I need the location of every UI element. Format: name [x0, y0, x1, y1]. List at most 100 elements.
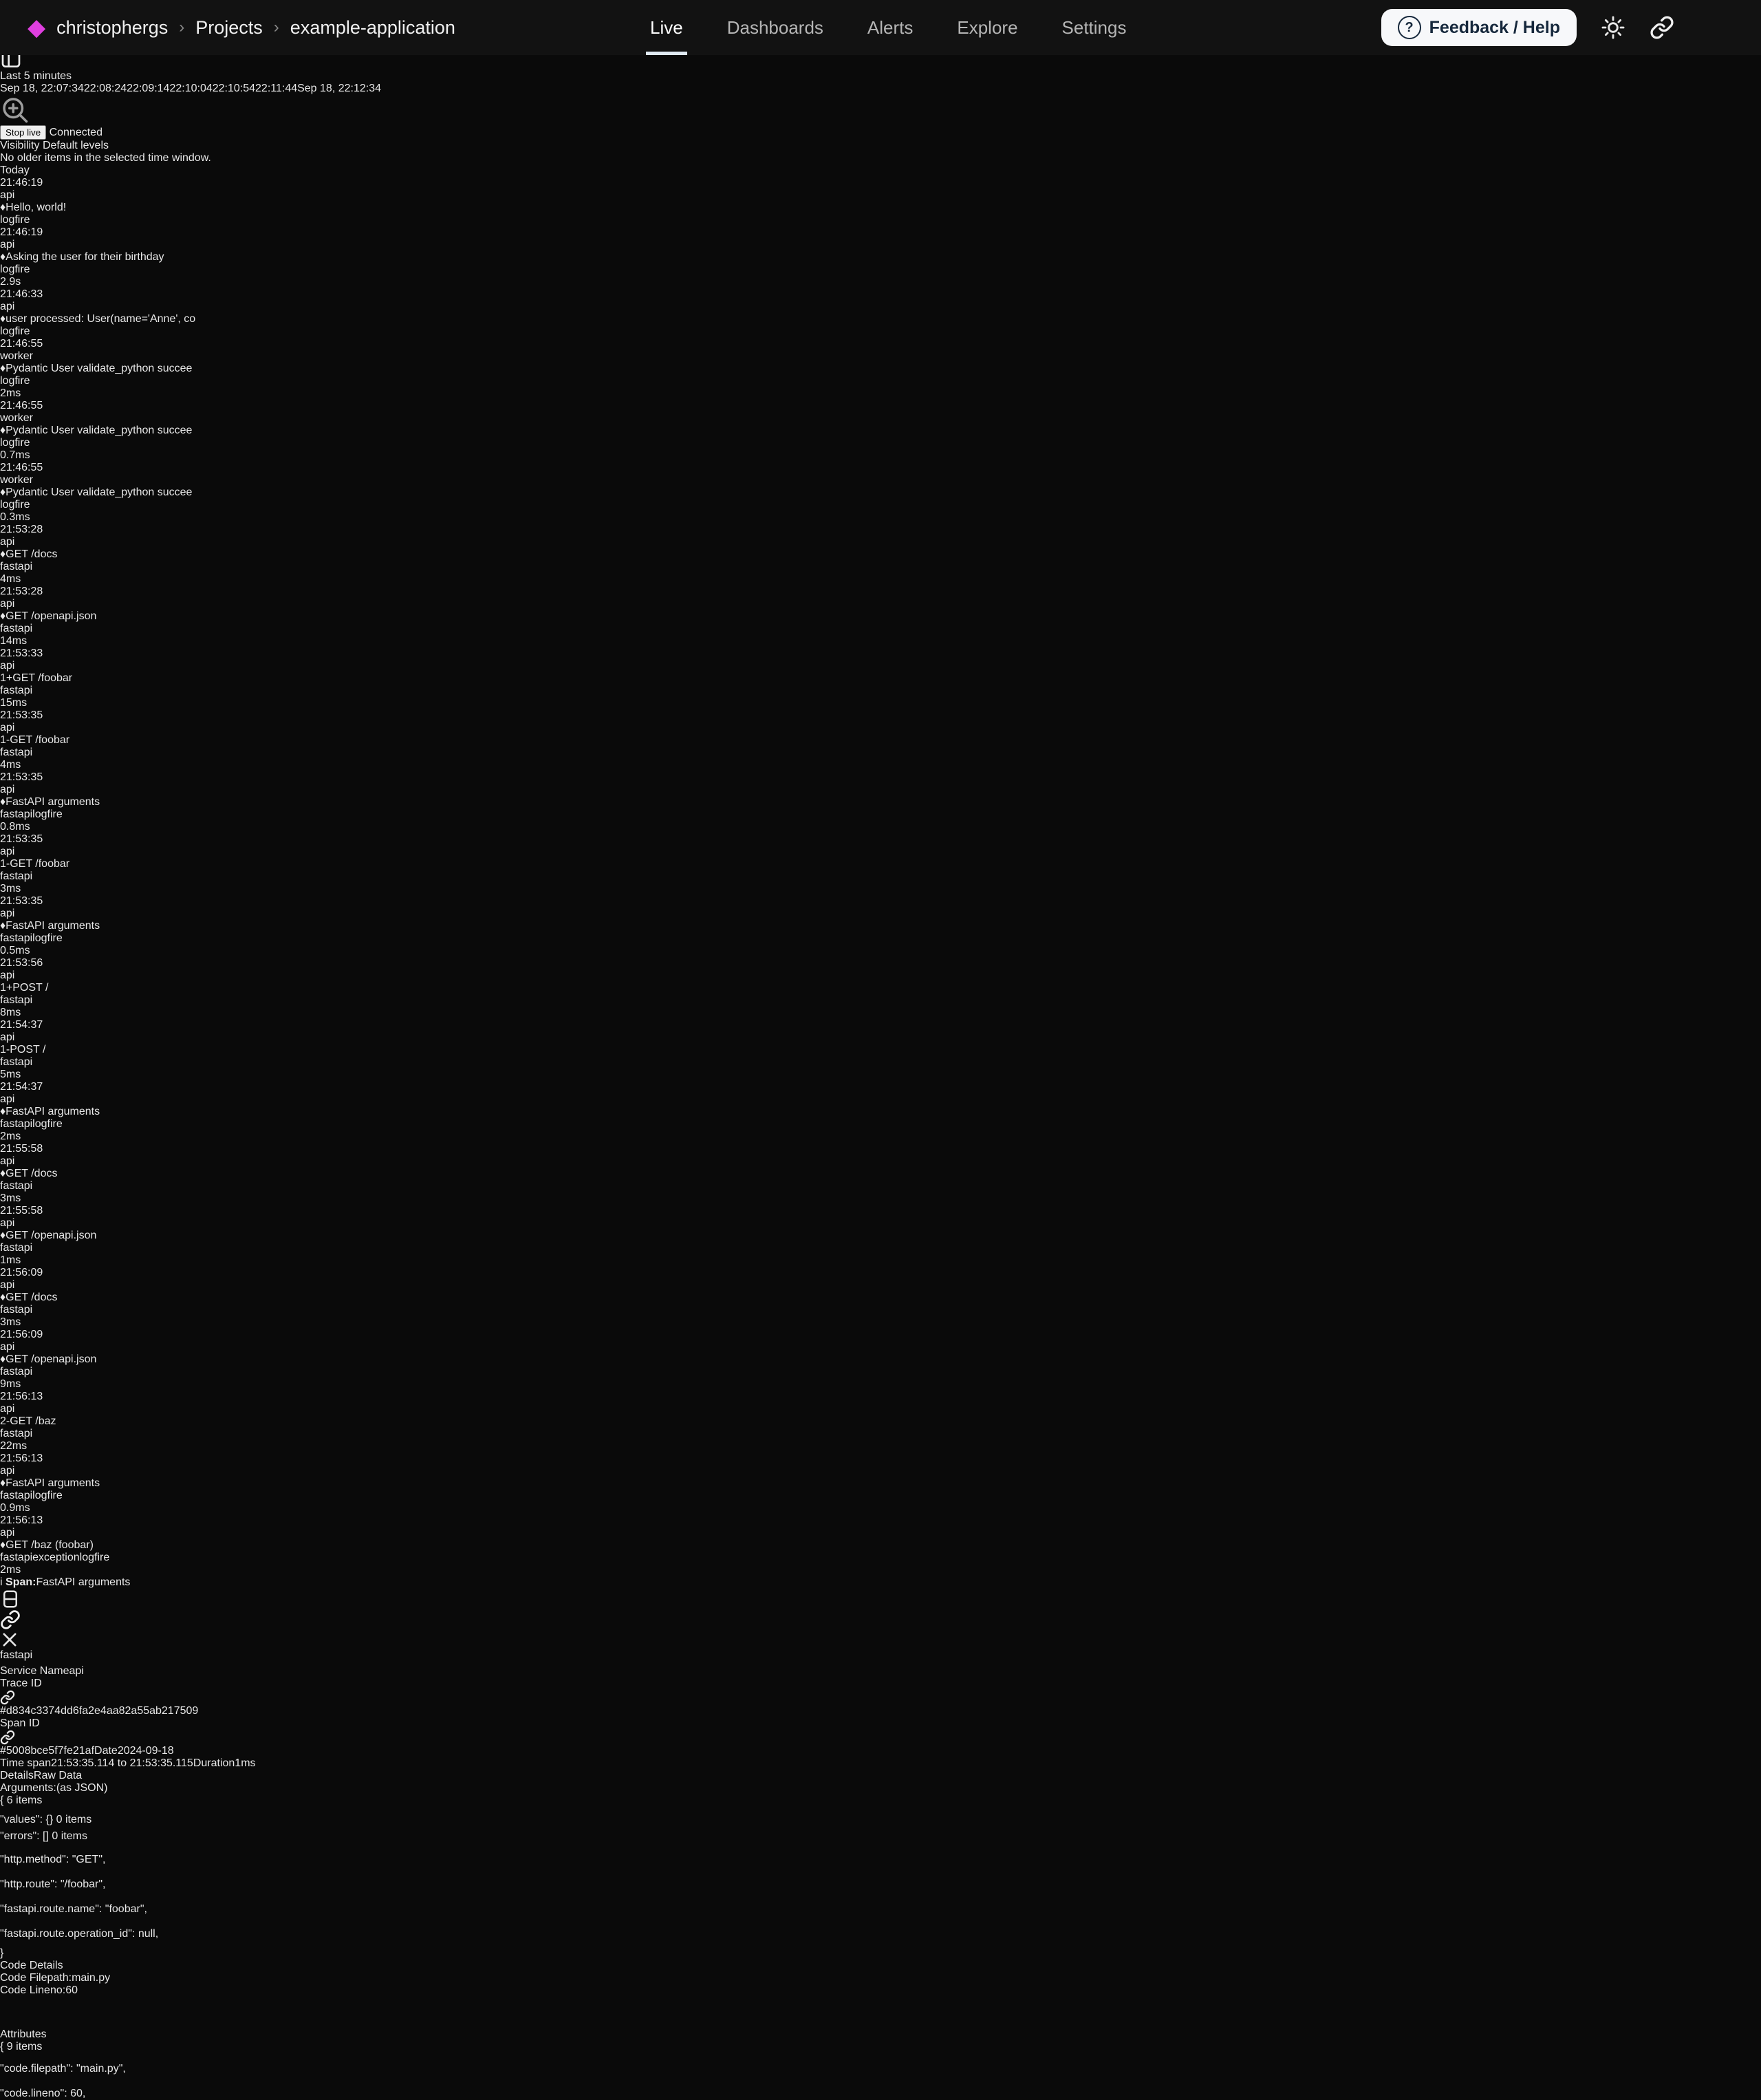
span-diamond-icon: ♦ [0, 425, 6, 436]
row-duration: 22ms [0, 1440, 1761, 1453]
log-row[interactable]: 21:53:33api1+GET /foobarfastapi15ms [0, 647, 1761, 709]
span-detail-panel: i Span:FastAPI arguments fastapi Service… [0, 1576, 1761, 2100]
detail-tab-details[interactable]: Details [0, 1770, 34, 1781]
arguments-json-tree[interactable]: { 6 items"values": {} 0 items"errors": [… [0, 1794, 1761, 1960]
attributes-json-tree[interactable]: { 9 items"code.filepath": "main.py","cod… [0, 2041, 1761, 2100]
tag-fastapi[interactable]: fastapi [0, 685, 32, 696]
code-lineno-row: Code Lineno:60 [0, 1984, 1761, 1997]
tag-fastapi[interactable]: fastapi [0, 1552, 32, 1563]
row-message: GET /baz [10, 1415, 56, 1427]
zoom-in-icon[interactable] [0, 95, 1761, 125]
log-row[interactable]: 21:56:09api♦GET /openapi.jsonfastapi9ms [0, 1329, 1761, 1391]
log-row[interactable]: 21:54:37api♦FastAPI argumentsfastapilogf… [0, 1081, 1761, 1143]
nav-tab-dashboards[interactable]: Dashboards [727, 0, 823, 55]
tag-fastapi[interactable]: fastapi [0, 1056, 32, 1068]
tag-fastapi[interactable]: fastapi [0, 561, 32, 572]
tag-fastapi[interactable]: fastapi [0, 870, 32, 882]
log-row[interactable]: 21:53:35api1-GET /foobarfastapi3ms [0, 833, 1761, 895]
log-row[interactable]: 21:46:55worker♦Pydantic User validate_py… [0, 338, 1761, 400]
children-count-badge[interactable]: 1- [0, 1044, 10, 1056]
meta-pill-time-span: Time span21:53:35.114 to 21:53:35.115 [0, 1757, 193, 1769]
tag-logfire[interactable]: logfire [32, 808, 63, 820]
log-row[interactable]: 21:53:28api♦GET /openapi.jsonfastapi14ms [0, 586, 1761, 647]
tag-logfire[interactable]: logfire [32, 1118, 63, 1130]
log-row[interactable]: 21:53:35api1-GET /foobarfastapi4ms [0, 709, 1761, 771]
tag-fastapi[interactable]: fastapi [0, 1366, 32, 1378]
tag-fastapi[interactable]: fastapi [0, 747, 32, 758]
log-row[interactable]: 21:46:19api♦Hello, world!logfire [0, 177, 1761, 226]
log-row[interactable]: 21:46:33api♦user processed: User(name='A… [0, 288, 1761, 338]
breadcrumb-item[interactable]: example-application [290, 17, 455, 39]
logfire-logo-icon[interactable]: ◆ [28, 16, 45, 39]
share-link-icon[interactable] [1650, 15, 1674, 40]
tag-fastapi[interactable]: fastapi [0, 932, 32, 944]
tag-fastapi[interactable]: fastapi [0, 808, 32, 820]
log-row[interactable]: 21:55:58api♦GET /openapi.jsonfastapi1ms [0, 1205, 1761, 1267]
log-row[interactable]: 21:56:13api♦FastAPI argumentsfastapilogf… [0, 1453, 1761, 1514]
tag-fastapi[interactable]: fastapi [0, 1490, 32, 1501]
nav-tab-settings[interactable]: Settings [1062, 0, 1127, 55]
user-avatar[interactable] [1698, 10, 1733, 45]
log-row[interactable]: 21:54:37api1-POST /fastapi5ms [0, 1019, 1761, 1081]
attributes-section-toggle[interactable]: Attributes [0, 2028, 1761, 2041]
tag-fastapi[interactable]: fastapi [0, 1242, 32, 1254]
dock-panel-icon[interactable] [0, 1589, 1761, 1609]
tag-logfire[interactable]: logfire [80, 1552, 110, 1563]
default-levels-dropdown[interactable]: Default levels [43, 140, 109, 151]
tag-fastapi[interactable]: fastapi [0, 1428, 32, 1439]
tag-logfire[interactable]: logfire [0, 325, 30, 337]
detail-tab-raw-data[interactable]: Raw Data [34, 1770, 82, 1781]
tag-logfire[interactable]: logfire [32, 932, 63, 944]
tag-logfire[interactable]: logfire [0, 437, 30, 449]
nav-tab-explore[interactable]: Explore [957, 0, 1017, 55]
tag-fastapi[interactable]: fastapi [0, 1118, 32, 1130]
time-range-dropdown[interactable]: Last 5 minutes [0, 70, 72, 82]
tag-logfire[interactable]: logfire [0, 499, 30, 511]
tag-fastapi[interactable]: fastapi [0, 1180, 32, 1192]
log-row[interactable]: 21:53:35api♦FastAPI argumentsfastapilogf… [0, 771, 1761, 833]
meta-pill-span-id[interactable]: Span ID#5008bce5f7fe21af [0, 1717, 1761, 1757]
tag-logfire[interactable]: logfire [0, 214, 30, 226]
children-count-badge[interactable]: 1- [0, 734, 10, 746]
breadcrumb-item[interactable]: christophergs [56, 17, 168, 39]
log-row[interactable]: 21:53:28api♦GET /docsfastapi4ms [0, 524, 1761, 586]
stop-live-button[interactable]: Stop live [0, 125, 46, 140]
tag-exception[interactable]: exception [32, 1552, 80, 1563]
row-timestamp: 21:56:13 [0, 1453, 1761, 1465]
meta-pill-trace-id[interactable]: Trace ID#d834c3374dd6fa2e4aa82a55ab21750… [0, 1678, 1761, 1717]
tag-logfire[interactable]: logfire [32, 1490, 63, 1501]
log-row[interactable]: 21:55:58api♦GET /docsfastapi3ms [0, 1143, 1761, 1205]
meta-value: api [69, 1665, 83, 1677]
feedback-help-button[interactable]: ? Feedback / Help [1381, 9, 1577, 46]
log-row[interactable]: 21:56:13api♦GET /baz (foobar)fastapiexce… [0, 1514, 1761, 1576]
log-row[interactable]: 21:46:55worker♦Pydantic User validate_py… [0, 400, 1761, 462]
log-row[interactable]: 21:53:56api1+POST /fastapi8ms [0, 957, 1761, 1019]
log-row[interactable]: 21:46:55worker♦Pydantic User validate_py… [0, 462, 1761, 524]
tag-fastapi[interactable]: fastapi [0, 994, 32, 1006]
children-count-badge[interactable]: 2- [0, 1415, 10, 1427]
nav-tab-live[interactable]: Live [650, 0, 683, 55]
log-row[interactable]: 21:56:09api♦GET /docsfastapi3ms [0, 1267, 1761, 1329]
children-count-badge[interactable]: 1+ [0, 982, 12, 994]
breadcrumb-item[interactable]: Projects [195, 17, 263, 39]
visibility-dropdown[interactable]: Visibility [0, 140, 43, 151]
tag-fastapi[interactable]: fastapi [0, 1304, 32, 1316]
timeline[interactable]: Sep 18, 22:07:3422:08:2422:09:1422:10:04… [0, 83, 1761, 95]
tag-logfire[interactable]: logfire [0, 264, 30, 275]
log-row[interactable]: 21:56:13api2-GET /bazfastapi22ms [0, 1391, 1761, 1453]
today-button[interactable]: Today [0, 164, 1761, 177]
log-row[interactable]: 21:53:35api♦FastAPI argumentsfastapilogf… [0, 895, 1761, 957]
close-icon[interactable] [0, 1630, 1761, 1649]
tag-fastapi[interactable]: fastapi [0, 623, 32, 634]
service-badge-api: api [0, 1093, 14, 1105]
fastapi-tag[interactable]: fastapi [0, 1649, 32, 1662]
children-count-badge[interactable]: 1- [0, 858, 10, 870]
tag-logfire[interactable]: logfire [0, 375, 30, 387]
copy-link-icon[interactable] [0, 1609, 1761, 1630]
children-count-badge[interactable]: 1+ [0, 672, 12, 684]
theme-toggle-icon[interactable] [1600, 14, 1626, 41]
log-row[interactable]: 21:46:19api♦Asking the user for their bi… [0, 226, 1761, 288]
feedback-help-label: Feedback / Help [1429, 18, 1560, 38]
row-message: FastAPI arguments [6, 1106, 100, 1117]
nav-tab-alerts[interactable]: Alerts [867, 0, 913, 55]
